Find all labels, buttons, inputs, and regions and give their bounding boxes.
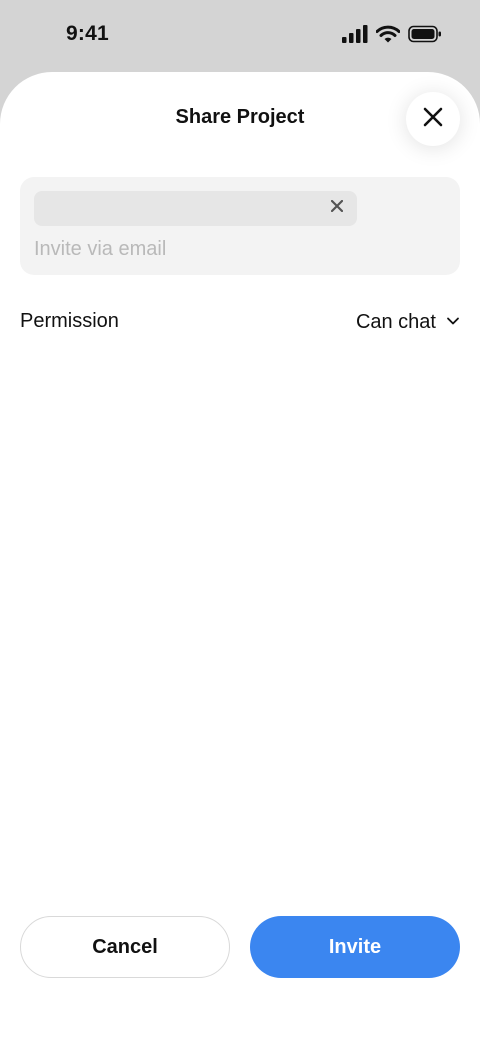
chip-remove-button[interactable] xyxy=(329,199,345,217)
close-icon xyxy=(330,199,344,217)
cancel-button[interactable]: Cancel xyxy=(20,916,230,978)
close-icon xyxy=(423,107,443,132)
share-project-sheet: Share Project Permission Can chat xyxy=(0,72,480,1040)
cellular-signal-icon xyxy=(342,24,368,48)
invite-email-input[interactable] xyxy=(34,235,434,263)
status-time: 9:41 xyxy=(66,22,109,45)
email-chip[interactable] xyxy=(34,191,357,226)
status-icons xyxy=(342,24,442,48)
invite-button[interactable]: Invite xyxy=(250,916,460,978)
close-button[interactable] xyxy=(406,92,460,146)
battery-icon xyxy=(408,25,442,48)
permission-selected-value: Can chat xyxy=(355,310,436,333)
chevron-down-icon xyxy=(446,313,460,331)
invite-field-container xyxy=(20,177,460,275)
wifi-icon xyxy=(375,25,401,48)
status-bar: 9:41 xyxy=(0,0,480,72)
permission-dropdown[interactable]: Can chat xyxy=(356,308,460,336)
permission-label: Permission xyxy=(20,310,119,332)
